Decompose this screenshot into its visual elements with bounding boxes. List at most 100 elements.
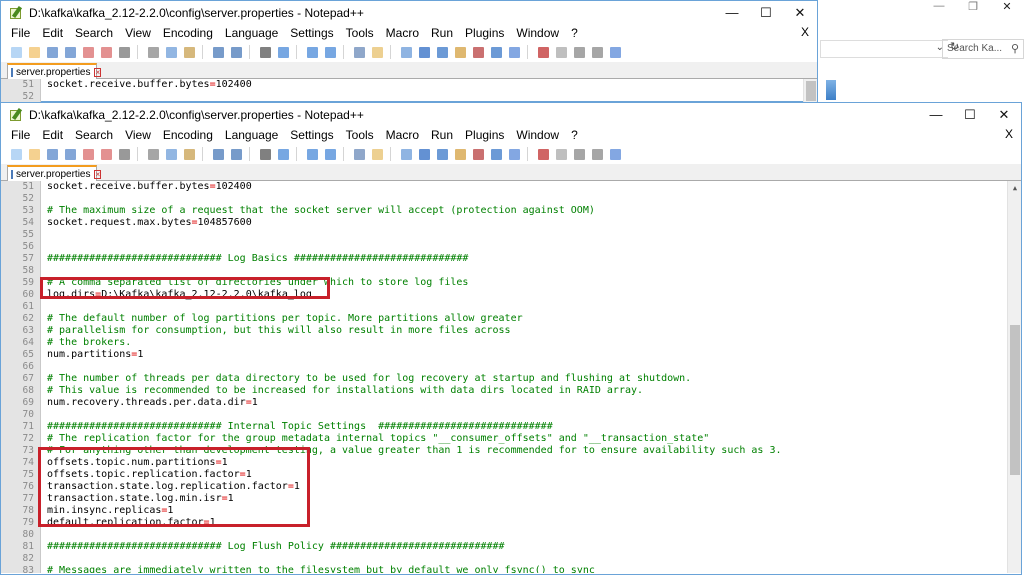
menu-language[interactable]: Language xyxy=(219,26,284,40)
menu-plugins[interactable]: Plugins xyxy=(459,26,510,40)
menu-macro[interactable]: Macro xyxy=(380,26,425,40)
record-macro-icon[interactable] xyxy=(554,147,569,162)
code-line[interactable]: 51 socket.receive.buffer.bytes=102400 xyxy=(1,79,817,91)
code-line[interactable]: 66 xyxy=(1,361,1005,373)
close-document-button[interactable]: X xyxy=(1005,127,1013,141)
copy-icon[interactable] xyxy=(164,147,179,162)
maximize-icon[interactable]: ☐ xyxy=(953,103,987,126)
explorer-close-icon[interactable]: ✕ xyxy=(990,0,1024,16)
code-line[interactable]: 74 offsets.topic.num.partitions=1 xyxy=(1,457,1005,469)
close-all-icon[interactable] xyxy=(99,147,114,162)
folder-workspace-icon[interactable] xyxy=(507,147,522,162)
function-list-icon[interactable] xyxy=(489,147,504,162)
minimize-icon[interactable]: — xyxy=(919,103,953,126)
menu-encoding[interactable]: Encoding xyxy=(157,26,219,40)
replace-icon[interactable] xyxy=(276,45,291,60)
word-wrap-icon[interactable] xyxy=(399,147,414,162)
code-line[interactable]: 58 xyxy=(1,265,1005,277)
save-icon[interactable] xyxy=(45,45,60,60)
code-line[interactable]: 73 # For anything other than development … xyxy=(1,445,1005,457)
close-icon[interactable]: ✕ xyxy=(783,1,817,24)
find-icon[interactable] xyxy=(258,147,273,162)
paste-icon[interactable] xyxy=(182,147,197,162)
code-line[interactable]: 65 num.partitions=1 xyxy=(1,349,1005,361)
new-file-icon[interactable] xyxy=(9,147,24,162)
code-line[interactable]: 68 # This value is recommended to be incr… xyxy=(1,385,1005,397)
stop-record-icon[interactable] xyxy=(572,45,587,60)
code-line[interactable]: 51 socket.receive.buffer.bytes=102400 xyxy=(1,181,1005,193)
print-icon[interactable] xyxy=(117,147,132,162)
code-line[interactable]: 78 min.insync.replicas=1 xyxy=(1,505,1005,517)
menu-view[interactable]: View xyxy=(119,26,157,40)
explorer-restore-icon[interactable]: ❐ xyxy=(956,0,990,16)
menu-window[interactable]: Window xyxy=(510,128,565,142)
code-line[interactable]: 57 ############################# Log Basi… xyxy=(1,253,1005,265)
copy-icon[interactable] xyxy=(164,45,179,60)
menu-settings[interactable]: Settings xyxy=(284,26,339,40)
menu-help[interactable]: ? xyxy=(565,26,584,40)
code-line[interactable]: 52 xyxy=(1,193,1005,205)
undo-icon[interactable] xyxy=(211,45,226,60)
close-document-button[interactable]: X xyxy=(801,25,809,39)
menu-language[interactable]: Language xyxy=(219,128,284,142)
play-macro-icon[interactable] xyxy=(590,45,605,60)
menu-search[interactable]: Search xyxy=(69,26,119,40)
tab-server-properties[interactable]: server.properties × xyxy=(7,63,102,79)
code-line[interactable]: 64 # the brokers. xyxy=(1,337,1005,349)
show-all-chars-icon[interactable] xyxy=(417,45,432,60)
paste-icon[interactable] xyxy=(182,45,197,60)
word-wrap-icon[interactable] xyxy=(399,45,414,60)
monitor-icon[interactable] xyxy=(536,45,551,60)
tab-close-icon[interactable]: × xyxy=(94,67,102,77)
cut-icon[interactable] xyxy=(146,147,161,162)
editor-area[interactable]: 51 socket.receive.buffer.bytes=102400 52 53… xyxy=(1,181,1021,573)
code-line[interactable]: 54 socket.request.max.bytes=104857600 xyxy=(1,217,1005,229)
code-line[interactable]: 61 xyxy=(1,301,1005,313)
menu-window[interactable]: Window xyxy=(510,26,565,40)
editor-area[interactable]: 51 socket.receive.buffer.bytes=102400 52 xyxy=(1,79,817,103)
scrollbar-thumb[interactable] xyxy=(1010,325,1020,475)
menu-file[interactable]: File xyxy=(5,128,36,142)
menu-run[interactable]: Run xyxy=(425,26,459,40)
code-line[interactable]: 77 transaction.state.log.min.isr=1 xyxy=(1,493,1005,505)
user-lang-icon[interactable] xyxy=(453,147,468,162)
zoom-out-icon[interactable] xyxy=(323,45,338,60)
code-line[interactable]: 75 offsets.topic.replication.factor=1 xyxy=(1,469,1005,481)
zoom-in-icon[interactable] xyxy=(305,147,320,162)
minimize-icon[interactable]: — xyxy=(715,1,749,24)
code-line[interactable]: 71 ############################# Internal… xyxy=(1,421,1005,433)
scroll-up-icon[interactable]: ▲ xyxy=(1008,181,1021,195)
code-line[interactable]: 67 # The number of threads per data direc… xyxy=(1,373,1005,385)
find-icon[interactable] xyxy=(258,45,273,60)
code-line[interactable]: 80 xyxy=(1,529,1005,541)
save-icon[interactable] xyxy=(45,147,60,162)
menu-file[interactable]: File xyxy=(5,26,36,40)
menu-help[interactable]: ? xyxy=(565,128,584,142)
code-line[interactable]: 63 # parallelism for consumption, but thi… xyxy=(1,325,1005,337)
zoom-out-icon[interactable] xyxy=(323,147,338,162)
sync-horizontal-icon[interactable] xyxy=(370,147,385,162)
indent-guide-icon[interactable] xyxy=(435,147,450,162)
doc-map-icon[interactable] xyxy=(471,45,486,60)
code-line[interactable]: 53 # The maximum size of a request that t… xyxy=(1,205,1005,217)
menu-encoding[interactable]: Encoding xyxy=(157,128,219,142)
menu-plugins[interactable]: Plugins xyxy=(459,128,510,142)
menu-edit[interactable]: Edit xyxy=(36,128,69,142)
title-bar[interactable]: D:\kafka\kafka_2.12-2.2.0\config\server.… xyxy=(1,103,1021,126)
explorer-search-input[interactable]: Search Ka... ⚲ xyxy=(942,39,1024,59)
scrollbar-thumb[interactable] xyxy=(806,81,816,101)
code-line[interactable]: 79 default.replication.factor=1 xyxy=(1,517,1005,529)
code-line[interactable]: 83 # Messages are immediately written to … xyxy=(1,565,1005,573)
replace-icon[interactable] xyxy=(276,147,291,162)
code-line[interactable]: 72 # The replication factor for the group… xyxy=(1,433,1005,445)
code-line[interactable]: 70 xyxy=(1,409,1005,421)
code-line[interactable]: 59 # A comma separated list of directorie… xyxy=(1,277,1005,289)
code-line[interactable]: 69 num.recovery.threads.per.data.dir=1 xyxy=(1,397,1005,409)
open-file-icon[interactable] xyxy=(27,147,42,162)
menu-view[interactable]: View xyxy=(119,128,157,142)
open-file-icon[interactable] xyxy=(27,45,42,60)
code-line[interactable]: 76 transaction.state.log.replication.fact… xyxy=(1,481,1005,493)
close-all-icon[interactable] xyxy=(99,45,114,60)
print-icon[interactable] xyxy=(117,45,132,60)
new-file-icon[interactable] xyxy=(9,45,24,60)
